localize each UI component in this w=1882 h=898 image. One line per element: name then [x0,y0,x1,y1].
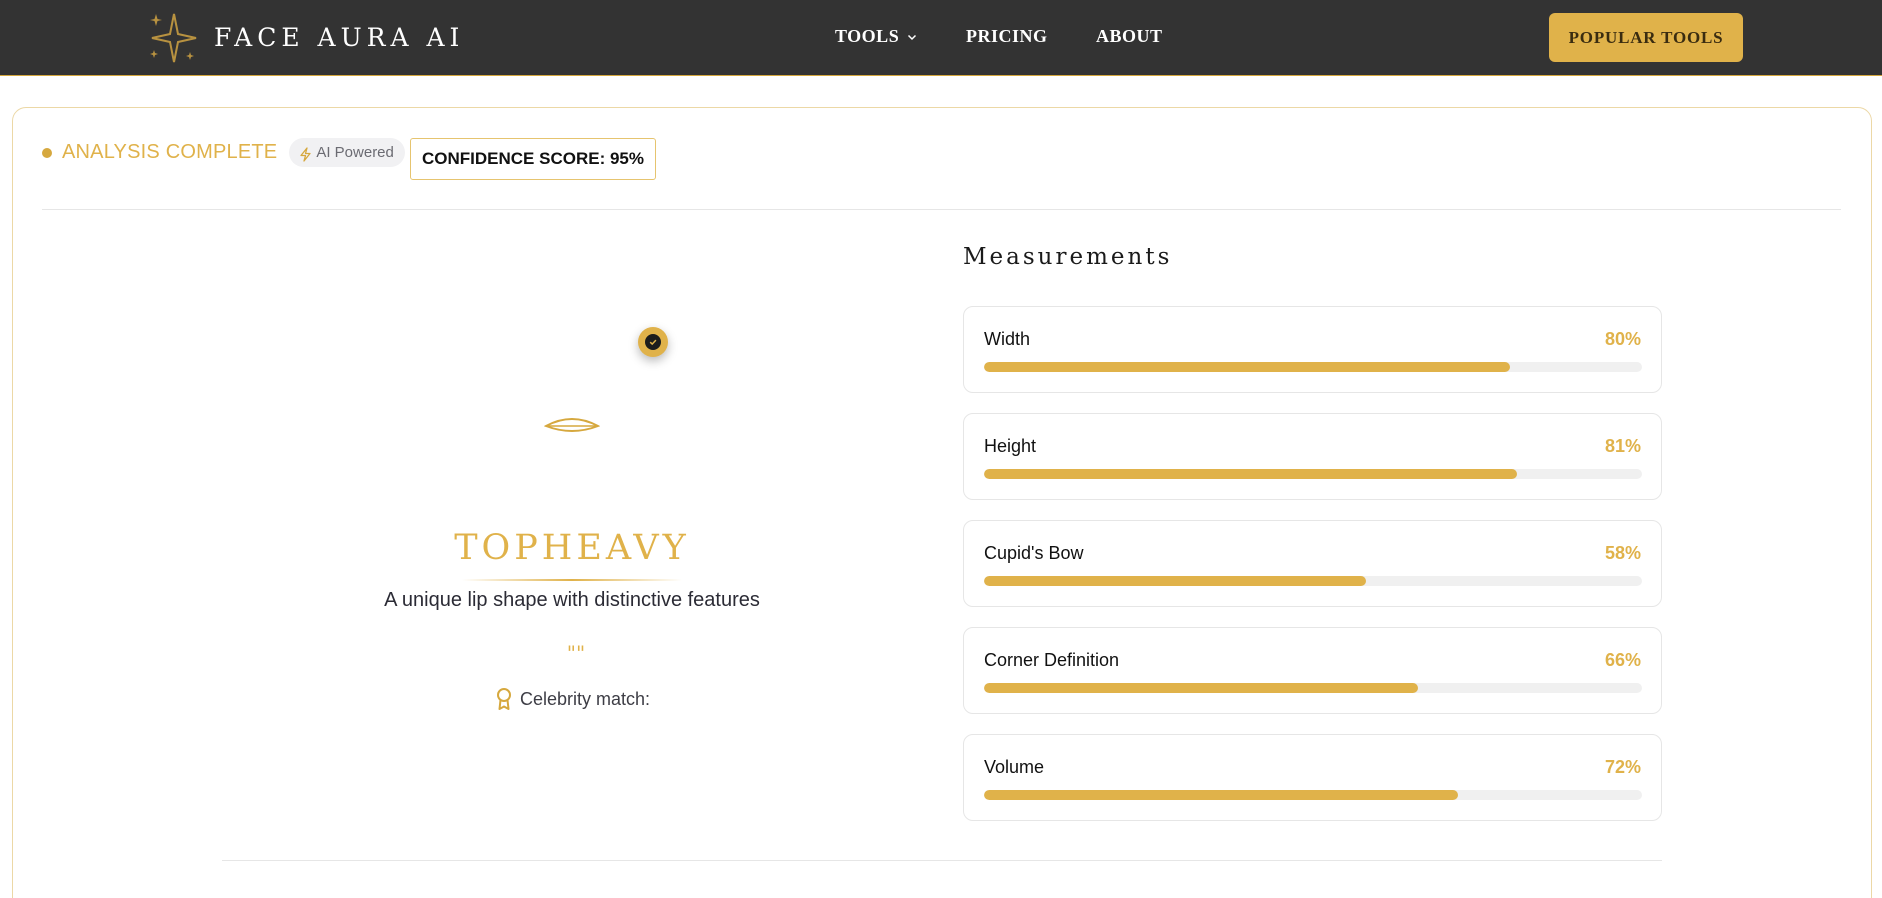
progress-fill [984,790,1458,800]
progress-track [984,576,1642,586]
nav-tools-label: TOOLS [835,26,900,46]
measurement-label: Corner Definition [984,650,1120,670]
top-navigation-bar: FACE AURA AI TOOLS PRICING ABOUT POPULAR… [0,0,1882,76]
status-text: ANALYSIS COMPLETE [62,141,278,163]
celebrity-match-label: Celebrity match: [520,688,651,709]
brand-logo[interactable]: FACE AURA AI [146,8,464,66]
measurement-label: Volume [984,757,1045,777]
popular-tools-button[interactable]: POPULAR TOOLS [1549,13,1743,62]
confidence-score-badge: CONFIDENCE SCORE: 95% [410,138,656,180]
ai-powered-badge: AI Powered [289,138,405,167]
measurement-value: 66% [1604,650,1641,670]
brand-name: FACE AURA AI [214,22,465,52]
celebrity-match: Celebrity match: [496,687,650,711]
progress-track [984,362,1642,372]
progress-track [984,790,1642,800]
nav-about-link[interactable]: ABOUT [1096,26,1163,47]
lip-shape-description: A unique lip shape with distinctive feat… [384,589,760,611]
verified-check-badge [638,327,668,357]
measurement-label: Width [984,329,1031,349]
status-dot [42,147,52,158]
ai-powered-label: AI Powered [316,144,394,161]
measurements-heading: Measurements [963,244,1173,270]
measurement-value: 81% [1604,436,1641,456]
quote-text: "" [566,641,586,665]
chevron-down-icon [908,34,917,40]
progress-track [984,469,1642,479]
measurement-value: 58% [1604,543,1641,563]
check-icon [645,334,661,350]
progress-track [984,683,1642,693]
section-divider [222,860,1662,861]
analysis-status: ANALYSIS COMPLETE AI Powered [42,138,405,167]
award-ribbon-icon [497,688,511,710]
measurement-volume: Volume 72% [963,734,1662,821]
nav-tools-dropdown[interactable]: TOOLS [835,26,917,47]
title-underline [462,579,682,581]
progress-fill [984,576,1366,586]
lip-shape-icon [544,418,600,432]
measurement-width: Width 80% [963,306,1662,393]
lightning-icon [300,146,311,162]
progress-fill [984,469,1517,479]
measurement-label: Cupid's Bow [984,543,1084,563]
measurement-height: Height 81% [963,413,1662,500]
measurement-value: 80% [1604,329,1641,349]
progress-fill [984,362,1511,372]
measurement-corner-definition: Corner Definition 66% [963,627,1662,714]
lip-shape-title: TOPHEAVY [454,528,690,568]
measurement-cupids-bow: Cupid's Bow 58% [963,520,1662,607]
sparkle-star-icon [150,13,197,63]
progress-fill [984,683,1419,693]
header-divider [42,209,1841,210]
measurement-value: 72% [1604,757,1641,777]
nav-pricing-link[interactable]: PRICING [966,26,1048,47]
measurement-label: Height [984,436,1037,456]
